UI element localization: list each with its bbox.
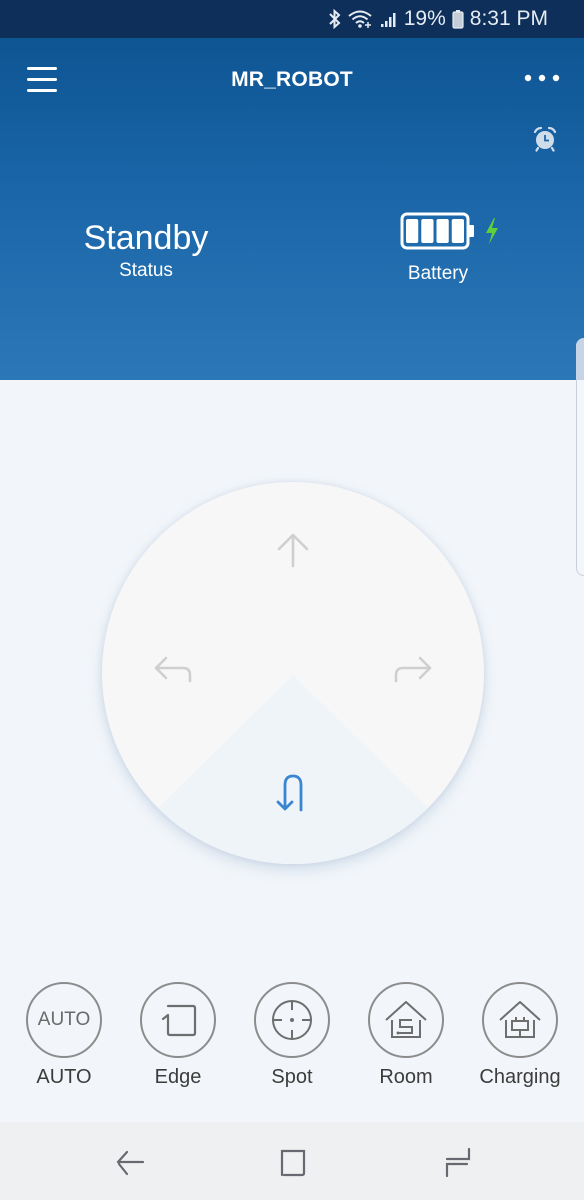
mode-edge-button[interactable]: Edge: [128, 982, 228, 1097]
system-nav-bar: [0, 1122, 584, 1200]
turn-right-arrow-icon: [393, 655, 433, 690]
turn-right-button[interactable]: [388, 650, 438, 694]
room-house-icon: [368, 982, 444, 1058]
arrow-up-icon: [276, 532, 310, 573]
spot-target-icon: [254, 982, 330, 1058]
battery-label: Battery: [407, 263, 469, 284]
mode-label: Room: [379, 1066, 433, 1088]
auto-mode-icon: AUTO: [26, 982, 102, 1058]
status-bar: 19% 8:31 PM: [0, 0, 584, 38]
robot-battery-icon: [400, 212, 476, 255]
mode-room-button[interactable]: Room: [356, 982, 456, 1097]
turn-left-arrow-icon: [153, 655, 193, 690]
mode-auto-button[interactable]: AUTO AUTO: [14, 982, 114, 1097]
battery-bar: [406, 219, 419, 243]
cleaning-modes: AUTO AUTO Edge Spot Room Charging: [0, 982, 584, 1097]
robot-battery: Battery: [378, 212, 498, 285]
phone-battery-icon: [452, 9, 464, 29]
mode-label: Spot: [271, 1066, 313, 1088]
mode-label: Charging: [479, 1066, 561, 1088]
forward-button[interactable]: [268, 530, 318, 574]
robot-status: Standby Status: [60, 218, 232, 282]
alarm-clock-icon[interactable]: [532, 126, 558, 152]
edge-clean-icon: [140, 982, 216, 1058]
status-label: Status: [119, 260, 173, 281]
status-value: Standby: [83, 219, 209, 257]
clock-time: 8:31 PM: [469, 7, 548, 30]
mode-label: AUTO: [36, 1066, 92, 1088]
u-turn-icon: [276, 773, 310, 818]
mode-charging-button[interactable]: Charging: [470, 982, 570, 1097]
edge-panel-handle-top: [576, 338, 584, 380]
page-title: MR_ROBOT: [231, 68, 353, 91]
auto-icon-text: AUTO: [37, 1009, 91, 1030]
more-dots-icon[interactable]: [524, 70, 560, 86]
battery-bar: [436, 219, 449, 243]
battery-bar: [451, 219, 464, 243]
charging-house-icon: [482, 982, 558, 1058]
signal-icon: [380, 10, 398, 28]
home-icon[interactable]: [278, 1146, 310, 1178]
wifi-icon: [348, 9, 374, 29]
direction-pad: [102, 482, 484, 864]
turn-left-button[interactable]: [148, 650, 198, 694]
battery-bar: [421, 219, 434, 243]
u-turn-button[interactable]: [268, 770, 318, 820]
charging-bolt-icon: [484, 217, 500, 250]
mode-label: Edge: [154, 1066, 202, 1088]
mode-spot-button[interactable]: Spot: [242, 982, 342, 1097]
back-icon[interactable]: [115, 1146, 147, 1178]
bluetooth-icon: [328, 9, 342, 29]
phone-battery-percent: 19%: [403, 7, 446, 30]
recents-icon[interactable]: [441, 1146, 473, 1178]
header: MR_ROBOT Standby Status Battery: [0, 38, 584, 380]
